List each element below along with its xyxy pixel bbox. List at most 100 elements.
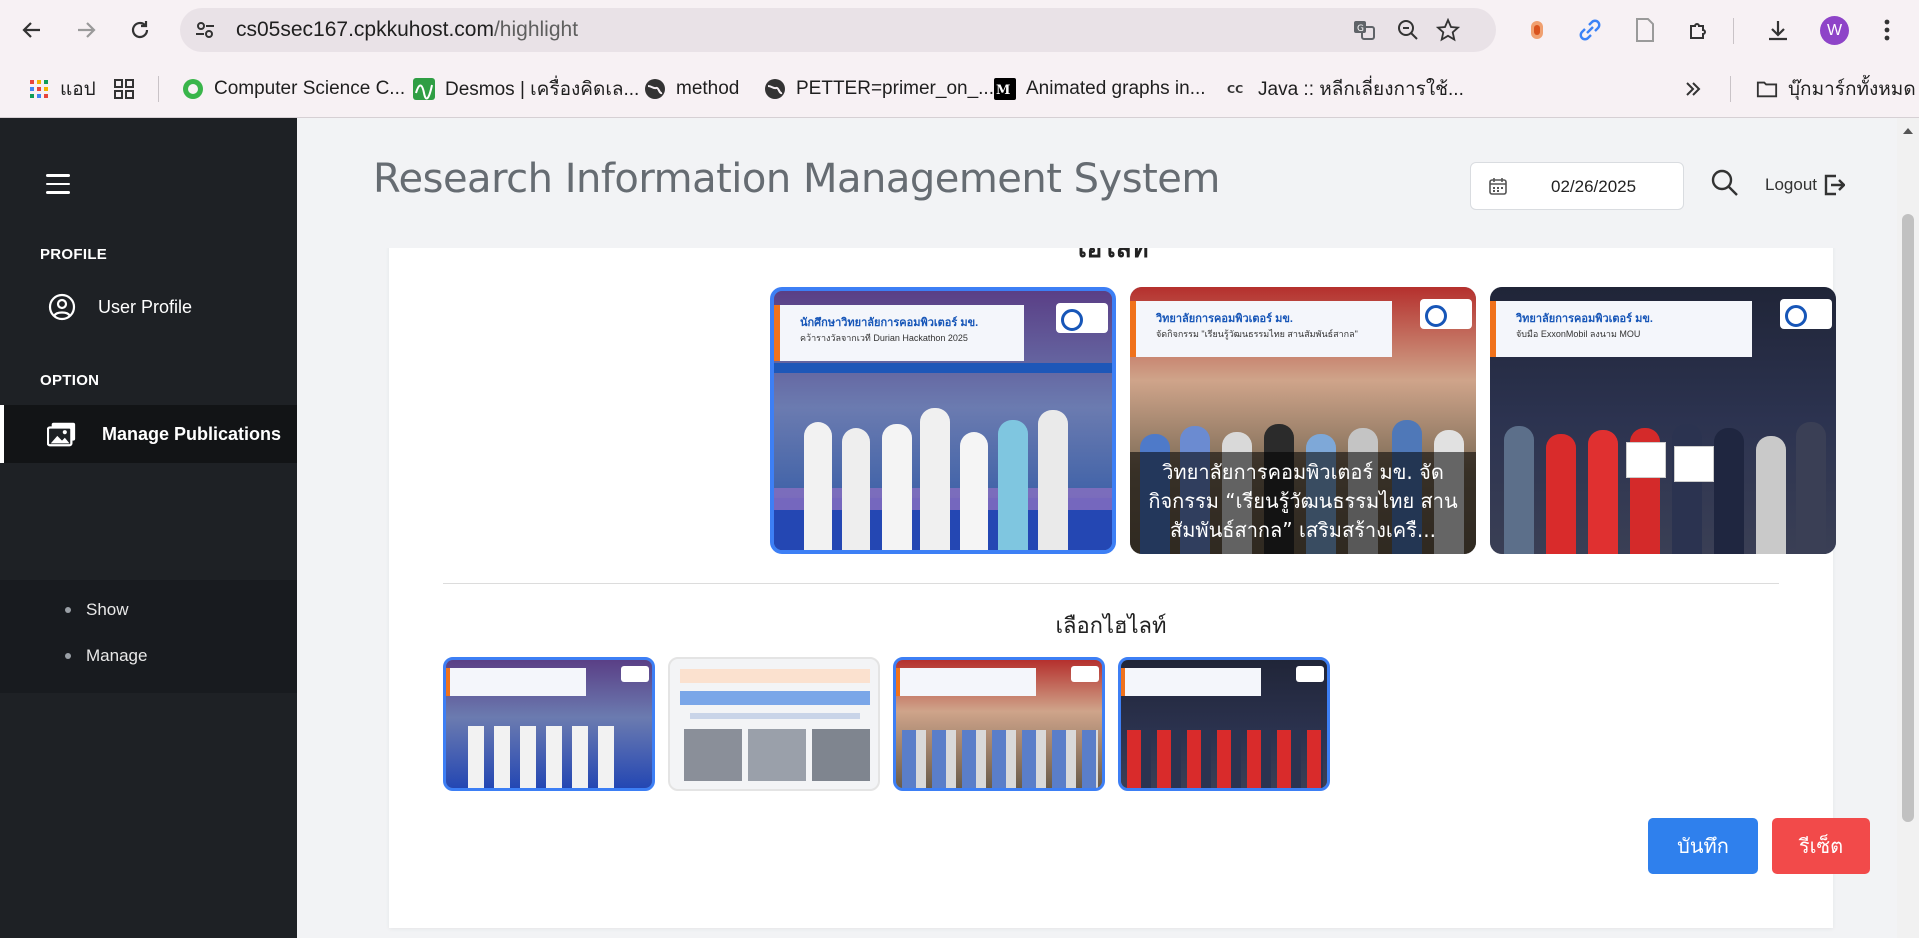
thumbnail-banner [1121, 668, 1261, 696]
sidebar-item-label: Manage Publications [102, 423, 282, 444]
bookmark-desmos[interactable]: Desmos | เครื่องคิดเล... [413, 74, 639, 104]
scrollbar-thumb[interactable] [1902, 214, 1914, 822]
thumbnail-1[interactable] [443, 657, 655, 791]
bookmark-animated-graphs[interactable]: M Animated graphs in... [994, 74, 1206, 104]
address-bar[interactable]: cs05sec167.cpkkuhost.com/highlight G [180, 8, 1496, 52]
globe-icon [644, 78, 666, 100]
date-picker[interactable]: 02/26/2025 [1470, 162, 1684, 210]
highlight-banner: นักศึกษาวิทยาลัยการคอมพิวเตอร์ มข. คว้าร… [774, 305, 1024, 361]
college-logo-icon [1071, 666, 1099, 682]
bookmark-computer-science[interactable]: Computer Science C... [182, 74, 405, 104]
banner-title: วิทยาลัยการคอมพิวเตอร์ มข. [1156, 313, 1293, 325]
reload-button[interactable] [122, 12, 158, 48]
arrow-left-icon [22, 22, 40, 38]
profile-avatar[interactable]: W [1820, 16, 1849, 45]
bookmarks-overflow-button[interactable] [1684, 74, 1702, 104]
user-circle-icon [47, 292, 77, 322]
sidebar-item-manage-publications[interactable]: Manage Publications [0, 405, 297, 463]
logout-icon [1824, 174, 1845, 196]
svg-text:M: M [996, 83, 1010, 98]
all-bookmarks-button[interactable]: บุ๊กมาร์กทั้งหมด [1756, 74, 1916, 104]
extension-orange-icon[interactable] [1523, 16, 1551, 44]
folder-icon [1756, 78, 1778, 100]
group-photo [1490, 384, 1836, 554]
college-logo-icon [621, 666, 649, 682]
thumbnail-3[interactable] [893, 657, 1105, 791]
page-scrollbar[interactable] [1897, 118, 1919, 938]
apps-grid-icon [28, 78, 50, 100]
sidebar-item-label: User Profile [98, 296, 193, 317]
bookmark-label: Computer Science C... [214, 78, 406, 99]
translate-icon[interactable]: G [1352, 18, 1376, 42]
publications-submenu: Show Manage [0, 580, 297, 693]
more-menu-icon[interactable] [1873, 16, 1901, 44]
bookmark-java[interactable]: CC Java :: หลีกเลี่ยงการใช้... [1226, 74, 1464, 104]
group-photo [774, 380, 1112, 550]
back-button[interactable] [14, 12, 50, 48]
college-logo-icon [1420, 299, 1472, 329]
bookmark-apps[interactable]: แอป [28, 74, 96, 104]
download-icon[interactable] [1764, 16, 1792, 44]
banner-subtitle: จับมือ ExxonMobil ลงนาม MOU [1516, 329, 1641, 339]
thumbnail-4[interactable] [1118, 657, 1330, 791]
forward-button[interactable] [68, 12, 104, 48]
star-icon[interactable] [1436, 18, 1460, 42]
page-header: Research Information Management System 0… [297, 118, 1897, 248]
submenu-label: Manage [86, 646, 148, 665]
profile-section-heading: PROFILE [40, 246, 108, 263]
thumbnail-2[interactable] [668, 657, 880, 791]
date-value: 02/26/2025 [1551, 177, 1637, 196]
desmos-icon [413, 78, 435, 100]
college-logo-icon [1780, 299, 1832, 329]
banner-title: นักศึกษาวิทยาลัยการคอมพิวเตอร์ มข. [800, 317, 979, 329]
reload-icon [131, 21, 149, 39]
bookmark-method[interactable]: method [644, 74, 739, 104]
svg-text:G: G [1357, 24, 1364, 34]
images-icon [47, 419, 77, 449]
bookmark-label: method [676, 78, 740, 99]
link-extension-icon[interactable] [1576, 16, 1604, 44]
college-logo-icon [1056, 303, 1108, 333]
document-extension-icon[interactable] [1631, 16, 1659, 44]
reset-button[interactable]: รีเซ็ต [1772, 818, 1870, 874]
main-area: ไฮไลท์ นักศึกษาวิทยาลัยการคอมพิวเตอร์ มข… [297, 118, 1897, 938]
url-text: cs05sec167.cpkkuhost.com/highlight [236, 18, 579, 41]
logout-button[interactable]: Logout [1765, 174, 1845, 196]
option-section-heading: OPTION [40, 372, 100, 389]
extensions-puzzle-icon[interactable] [1685, 16, 1713, 44]
highlight-caption: วิทยาลัยการคอมพิวเตอร์ มข. จัดกิจกรรม “เ… [1130, 452, 1476, 554]
college-logo-icon [1296, 666, 1324, 682]
save-button[interactable]: บันทึก [1648, 818, 1758, 874]
bookmark-petter[interactable]: PETTER=primer_on_... [764, 74, 994, 104]
browser-toolbar: cs05sec167.cpkkuhost.com/highlight G W [0, 0, 1919, 60]
submenu-label: Show [86, 600, 129, 619]
toolbar-divider [1733, 18, 1734, 44]
bookmark-tab-groups[interactable] [113, 74, 145, 104]
zoom-icon[interactable] [1396, 18, 1420, 42]
svg-text:CC: CC [1227, 83, 1243, 96]
sidebar: PROFILE User Profile OPTION Manage Publi… [0, 118, 297, 938]
banner-title: วิทยาลัยการคอมพิวเตอร์ มข. [1516, 313, 1653, 325]
submenu-item-show[interactable]: Show [65, 600, 129, 620]
bookmark-label: PETTER=primer_on_... [796, 78, 994, 99]
submenu-item-manage[interactable]: Manage [65, 646, 147, 666]
choose-highlight-label: เลือกไฮไลท์ [1055, 613, 1167, 638]
scroll-up-icon[interactable] [1903, 128, 1913, 134]
highlight-item-2[interactable]: วิทยาลัยการคอมพิวเตอร์ มข. จัดกิจกรรม "เ… [1130, 287, 1476, 554]
site-settings-icon[interactable] [194, 19, 216, 41]
section-divider [443, 583, 1779, 584]
site-favicon-icon [182, 78, 204, 100]
bookmark-label: Animated graphs in... [1026, 78, 1206, 99]
sidebar-item-user-profile[interactable]: User Profile [0, 279, 297, 335]
bookmark-label: แอป [60, 79, 96, 100]
highlight-item-3[interactable]: วิทยาลัยการคอมพิวเตอร์ มข. จับมือ ExxonM… [1490, 287, 1836, 554]
chevron-double-right-icon [1686, 82, 1701, 96]
bullet-icon [65, 607, 71, 613]
tab-groups-icon [113, 78, 135, 100]
search-icon[interactable] [1710, 168, 1740, 198]
menu-toggle-icon[interactable] [46, 174, 70, 194]
bullet-icon [65, 653, 71, 659]
banner-strip [774, 363, 1112, 373]
highlight-item-1[interactable]: นักศึกษาวิทยาลัยการคอมพิวเตอร์ มข. คว้าร… [770, 287, 1116, 554]
arrow-right-icon [78, 22, 96, 38]
